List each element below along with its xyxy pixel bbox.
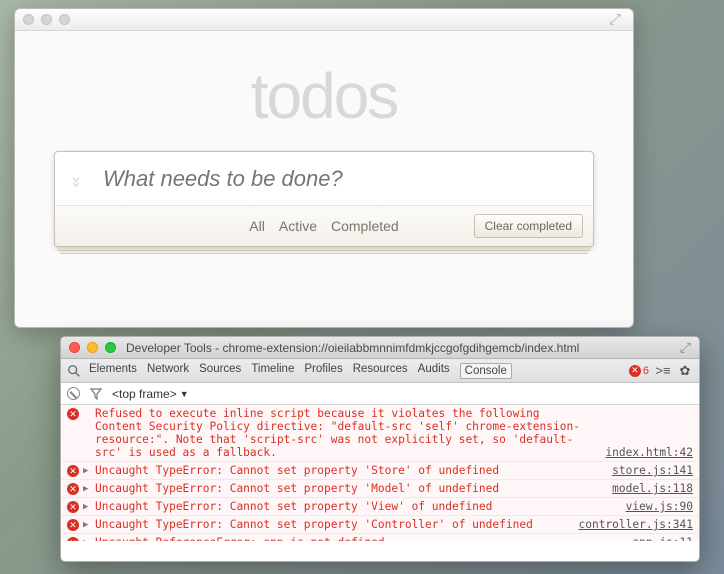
new-todo-input[interactable] (99, 166, 593, 192)
traffic-lights (23, 14, 70, 25)
tab-resources[interactable]: Resources (353, 363, 408, 379)
expand-triangle-icon[interactable]: ▶ (83, 464, 95, 476)
close-dot[interactable] (23, 14, 34, 25)
error-count: 6 (643, 365, 649, 377)
console-error-row: ✕ Refused to execute inline script becau… (61, 405, 699, 462)
zoom-dot[interactable] (59, 14, 70, 25)
app-window: ⤢ todos » All Active Completed Clear com… (14, 8, 634, 328)
search-icon[interactable] (67, 364, 81, 378)
app-titlebar[interactable]: ⤢ (15, 9, 633, 31)
error-source-link[interactable]: index.html:42 (597, 446, 693, 459)
error-source-link[interactable]: app.js:11 (624, 536, 693, 541)
minimize-dot[interactable] (41, 14, 52, 25)
fullscreen-icon[interactable]: ⤢ (680, 339, 691, 356)
error-message: Uncaught ReferenceError: app is not defi… (95, 536, 624, 541)
devtools-titlebar[interactable]: Developer Tools - chrome-extension://oie… (61, 337, 699, 359)
tab-console[interactable]: Console (460, 363, 512, 379)
tab-profiles[interactable]: Profiles (304, 363, 342, 379)
zoom-button[interactable] (105, 342, 116, 353)
error-source-link[interactable]: model.js:118 (604, 482, 693, 495)
frame-selector[interactable]: <top frame> ▼ (112, 387, 189, 401)
traffic-lights (69, 342, 116, 353)
toggle-drawer-icon[interactable]: >≡ (655, 363, 671, 378)
clear-console-icon[interactable] (67, 387, 80, 400)
console-output: ✕ Refused to execute inline script becau… (61, 405, 699, 541)
filter-all[interactable]: All (249, 218, 265, 234)
tab-timeline[interactable]: Timeline (251, 363, 294, 379)
tab-network[interactable]: Network (147, 363, 189, 379)
devtools-window: Developer Tools - chrome-extension://oie… (60, 336, 700, 562)
devtools-tabs: Elements Network Sources Timeline Profil… (89, 363, 623, 379)
devtools-window-title: Developer Tools - chrome-extension://oie… (126, 341, 674, 355)
error-message: Uncaught TypeError: Cannot set property … (95, 518, 570, 531)
error-count-badge[interactable]: ✕ 6 (629, 365, 649, 377)
console-error-row: ✕ ▶ Uncaught TypeError: Cannot set prope… (61, 516, 699, 534)
todo-input-row: » (55, 152, 593, 206)
settings-gear-icon[interactable]: ✿ (677, 363, 693, 379)
clear-completed-button[interactable]: Clear completed (474, 214, 583, 238)
devtools-toolbar: Elements Network Sources Timeline Profil… (61, 359, 699, 383)
app-body: todos » All Active Completed Clear compl… (15, 31, 633, 327)
error-icon: ✕ (67, 501, 79, 513)
expand-triangle-icon (83, 407, 95, 409)
minimize-button[interactable] (87, 342, 98, 353)
expand-triangle-icon[interactable]: ▶ (83, 518, 95, 530)
dropdown-triangle-icon: ▼ (180, 389, 189, 399)
console-error-row: ✕ ▶ Uncaught TypeError: Cannot set prope… (61, 480, 699, 498)
app-title: todos (15, 59, 633, 133)
frame-selector-label: <top frame> (112, 387, 177, 401)
tab-audits[interactable]: Audits (418, 363, 450, 379)
error-icon: ✕ (629, 365, 641, 377)
error-source-link[interactable]: store.js:141 (604, 464, 693, 477)
filter-completed[interactable]: Completed (331, 218, 399, 234)
error-icon: ✕ (67, 537, 79, 541)
console-error-row: ✕ ▶ Uncaught ReferenceError: app is not … (61, 534, 699, 541)
error-message: Uncaught TypeError: Cannot set property … (95, 482, 604, 495)
fullscreen-icon[interactable]: ⤢ (609, 13, 623, 27)
error-icon: ✕ (67, 519, 79, 531)
error-source-link[interactable]: controller.js:341 (570, 518, 693, 531)
chevron-down-icon: » (68, 175, 86, 181)
filter-active[interactable]: Active (279, 218, 317, 234)
error-message: Uncaught TypeError: Cannot set property … (95, 464, 604, 477)
expand-triangle-icon[interactable]: ▶ (83, 536, 95, 541)
console-error-row: ✕ ▶ Uncaught TypeError: Cannot set prope… (61, 498, 699, 516)
expand-triangle-icon[interactable]: ▶ (83, 482, 95, 494)
expand-triangle-icon[interactable]: ▶ (83, 500, 95, 512)
error-icon: ✕ (67, 408, 79, 420)
error-icon: ✕ (67, 465, 79, 477)
error-message: Refused to execute inline script because… (95, 407, 597, 459)
console-error-row: ✕ ▶ Uncaught TypeError: Cannot set prope… (61, 462, 699, 480)
error-icon: ✕ (67, 483, 79, 495)
tab-elements[interactable]: Elements (89, 363, 137, 379)
close-button[interactable] (69, 342, 80, 353)
todo-card: » All Active Completed Clear completed (54, 151, 594, 247)
toggle-all-button[interactable]: » (55, 166, 99, 192)
tab-sources[interactable]: Sources (199, 363, 241, 379)
filters: All Active Completed (249, 218, 398, 234)
error-source-link[interactable]: view.js:90 (618, 500, 693, 513)
console-subtoolbar: <top frame> ▼ (61, 383, 699, 405)
error-message: Uncaught TypeError: Cannot set property … (95, 500, 618, 513)
filter-icon[interactable] (90, 388, 102, 400)
filters-row: All Active Completed Clear completed (55, 206, 593, 246)
